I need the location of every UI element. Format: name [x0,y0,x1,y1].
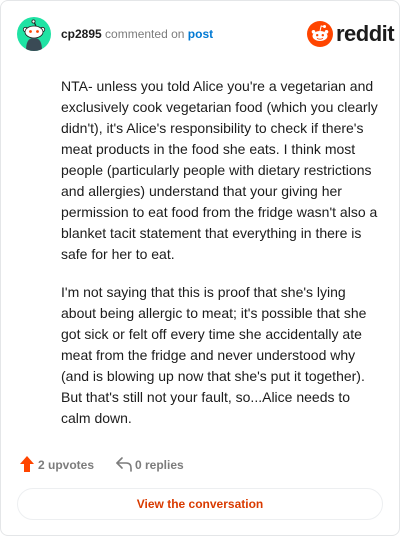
comment-header: cp2895 commented on post reddit [17,17,395,51]
upvote-arrow-icon[interactable] [19,455,35,473]
reddit-wordmark: reddit [336,21,395,46]
snoo-avatar-icon[interactable] [17,17,51,51]
reddit-logo-icon [307,21,333,47]
upvote-count: 2 upvotes [38,458,95,472]
comment-embed-card: cp2895 commented on post reddit NTA- unl… [0,0,400,536]
username-link[interactable]: cp2895 [61,27,102,41]
comment-paragraph: I'm not saying that this is proof that s… [61,284,367,426]
reply-arrow-icon[interactable] [115,455,133,473]
byline-action-text: commented on [105,27,185,41]
reply-count: 0 replies [135,458,184,472]
comment-paragraph: NTA- unless you told Alice you're a vege… [61,78,378,262]
post-link[interactable]: post [188,27,213,41]
comment-byline: cp2895 commented on post [61,26,213,42]
comment-footer: 2 upvotes 0 replies [17,455,377,475]
view-conversation-button[interactable]: View the conversation [17,488,383,520]
comment-body: NTA- unless you told Alice you're a vege… [61,76,379,446]
reddit-brand[interactable]: reddit [307,19,395,49]
